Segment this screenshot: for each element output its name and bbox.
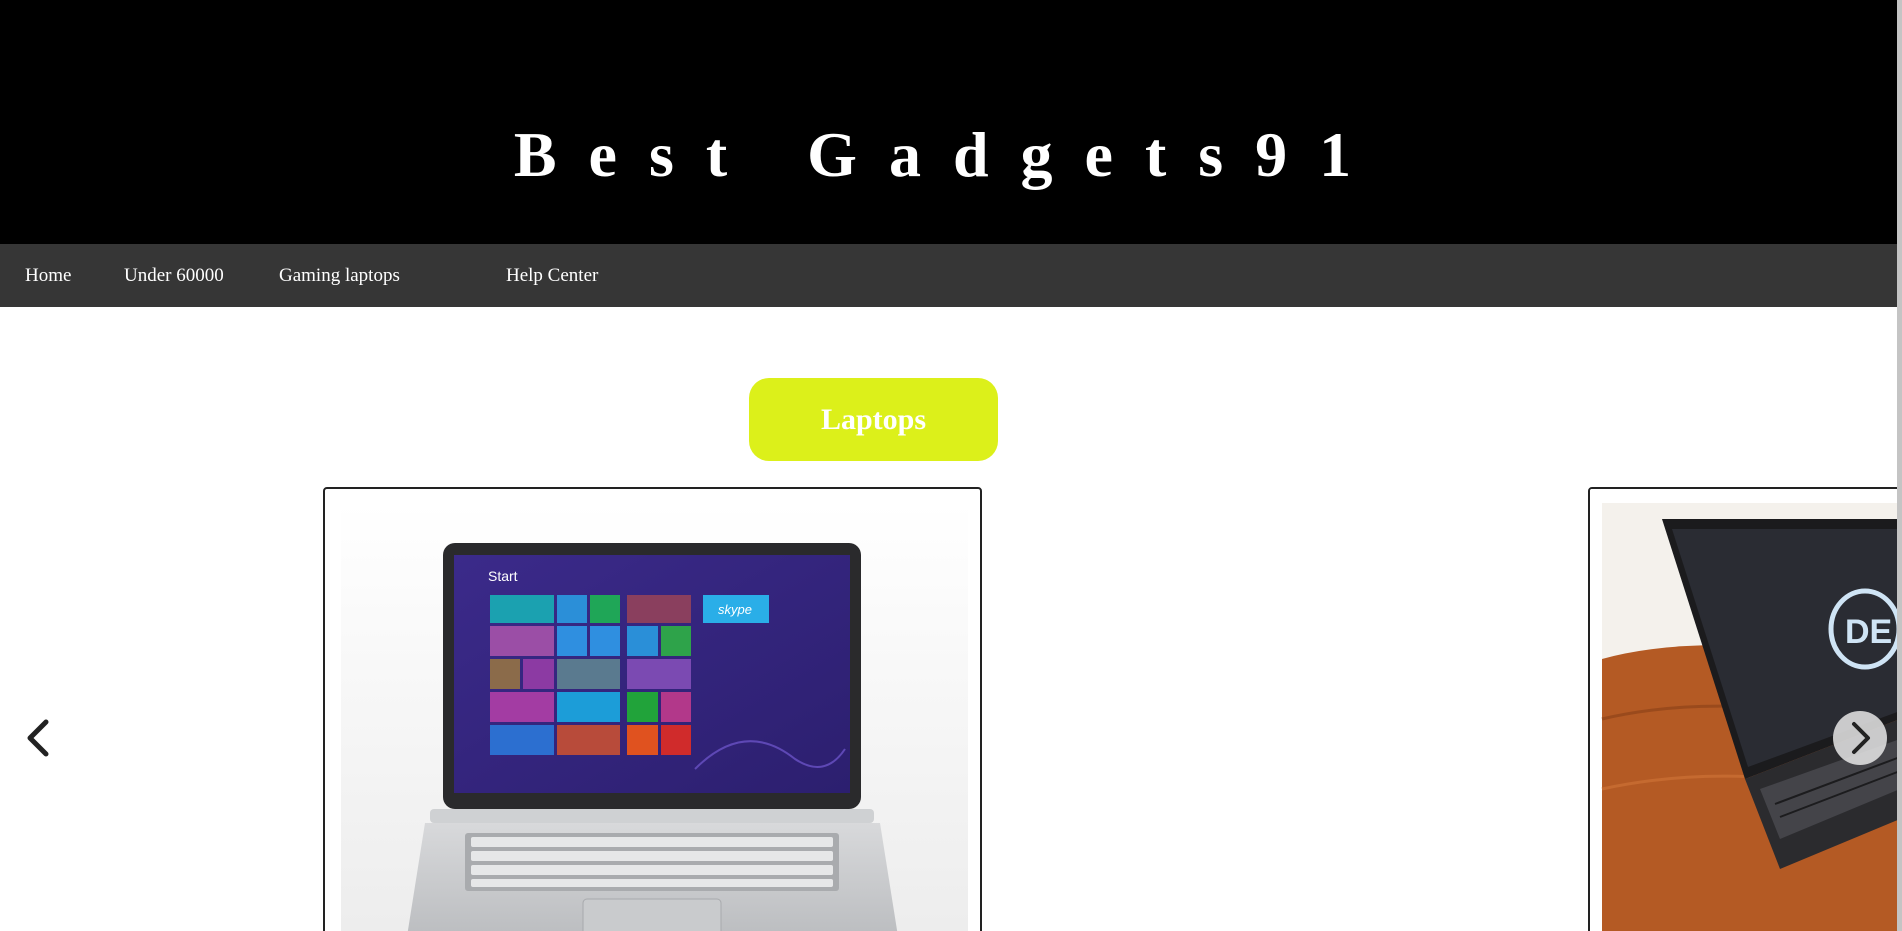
page: Best Gadgets91 Home Under 60000 Gaming l… — [0, 0, 1902, 931]
nav-item-help-center[interactable]: Help Center — [506, 244, 598, 307]
main-nav: Home Under 60000 Gaming laptops Help Cen… — [0, 244, 1897, 307]
page-scrollbar[interactable] — [1897, 0, 1902, 931]
carousel-next-button[interactable] — [1832, 710, 1888, 766]
product-card[interactable]: Start skype — [323, 487, 982, 931]
dell-logo-text: DE — [1845, 613, 1892, 651]
carousel-prev-button[interactable] — [10, 710, 66, 766]
skype-label: skype — [718, 602, 752, 617]
site-title: Best Gadgets91 — [513, 119, 1384, 190]
nav-item-gaming-laptops[interactable]: Gaming laptops — [279, 244, 400, 307]
scrollbar-thumb[interactable] — [1897, 0, 1902, 931]
chevron-left-icon — [27, 719, 49, 757]
nav-item-home[interactable]: Home — [25, 244, 71, 307]
site-header: Best Gadgets91 — [0, 0, 1897, 244]
chevron-right-icon — [1833, 711, 1887, 765]
laptops-button[interactable]: Laptops — [749, 378, 998, 461]
product-card[interactable]: DE — [1588, 487, 1902, 931]
laptop-image: Start skype — [341, 503, 968, 931]
nav-item-under-60000[interactable]: Under 60000 — [124, 244, 224, 307]
start-label: Start — [488, 568, 518, 584]
